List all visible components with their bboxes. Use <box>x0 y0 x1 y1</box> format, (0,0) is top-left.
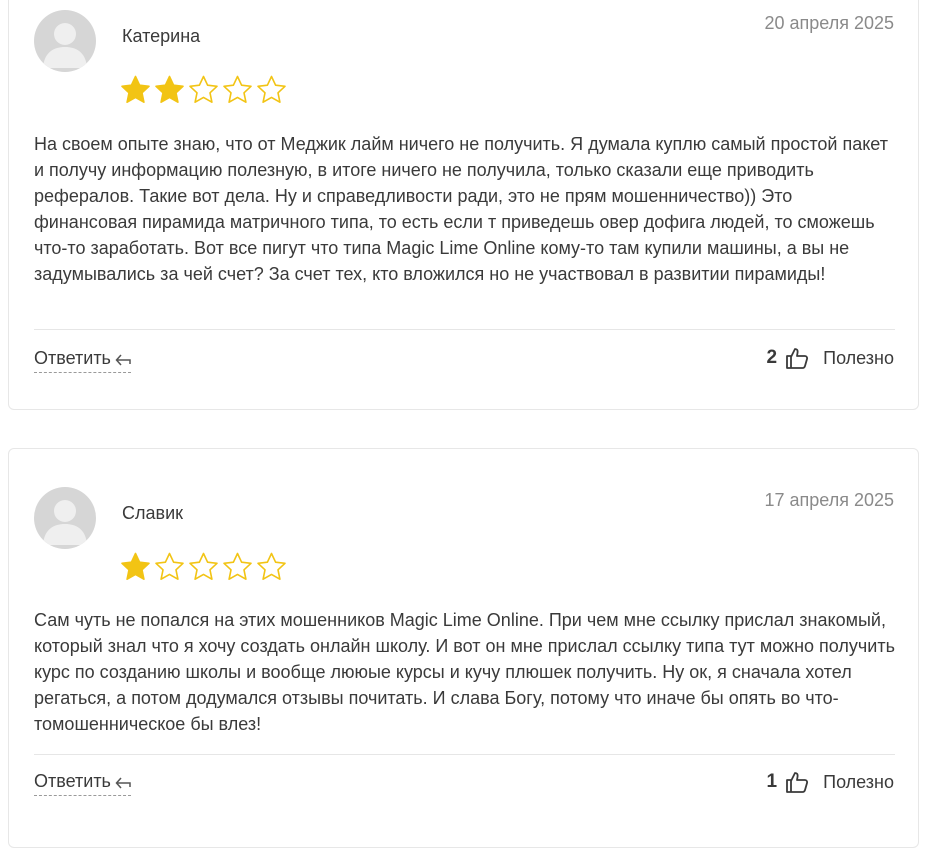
thumbs-up-icon[interactable] <box>785 770 809 794</box>
thumbs-up-icon[interactable] <box>785 346 809 370</box>
reply-arrow-icon <box>115 353 131 366</box>
review-card: Катерина 20 апреля 2025 На своем опыте з… <box>8 0 919 410</box>
star-empty-icon <box>155 552 184 580</box>
reply-button[interactable]: Ответить <box>34 348 131 373</box>
review-text: Сам чуть не попался на этих мошенников M… <box>34 610 895 734</box>
star-empty-icon <box>257 75 286 103</box>
user-avatar-icon <box>34 10 96 72</box>
star-empty-icon <box>257 552 286 580</box>
rating-stars <box>119 74 288 106</box>
star-empty-icon <box>189 75 218 103</box>
review-date: 17 апреля 2025 <box>764 490 895 510</box>
review-card: Славик 17 апреля 2025 Сам чуть не попалс… <box>8 448 919 848</box>
star-empty-icon <box>189 552 218 580</box>
star-filled-icon <box>155 75 184 103</box>
user-avatar-icon <box>34 487 96 549</box>
rating-stars <box>119 551 288 583</box>
review-date: 20 апреля 2025 <box>764 13 895 33</box>
star-empty-icon <box>223 552 252 580</box>
useful-count: 1 <box>766 771 778 792</box>
star-filled-icon <box>121 552 150 580</box>
useful-label: Полезно <box>823 771 894 792</box>
reply-label: Ответить <box>34 771 111 791</box>
useful-count: 2 <box>766 347 778 368</box>
star-empty-icon <box>223 75 252 103</box>
review-author: Славик <box>122 503 184 523</box>
useful-block: 2 Полезно <box>767 346 894 370</box>
review-author: Катерина <box>122 26 201 46</box>
reply-arrow-icon <box>115 776 131 789</box>
divider <box>34 329 895 330</box>
reply-label: Ответить <box>34 348 111 368</box>
divider <box>34 754 895 755</box>
review-text: На своем опыте знаю, что от Меджик лайм … <box>34 134 888 284</box>
useful-label: Полезно <box>823 347 894 368</box>
reply-button[interactable]: Ответить <box>34 771 131 796</box>
useful-block: 1 Полезно <box>767 770 894 794</box>
star-filled-icon <box>121 75 150 103</box>
